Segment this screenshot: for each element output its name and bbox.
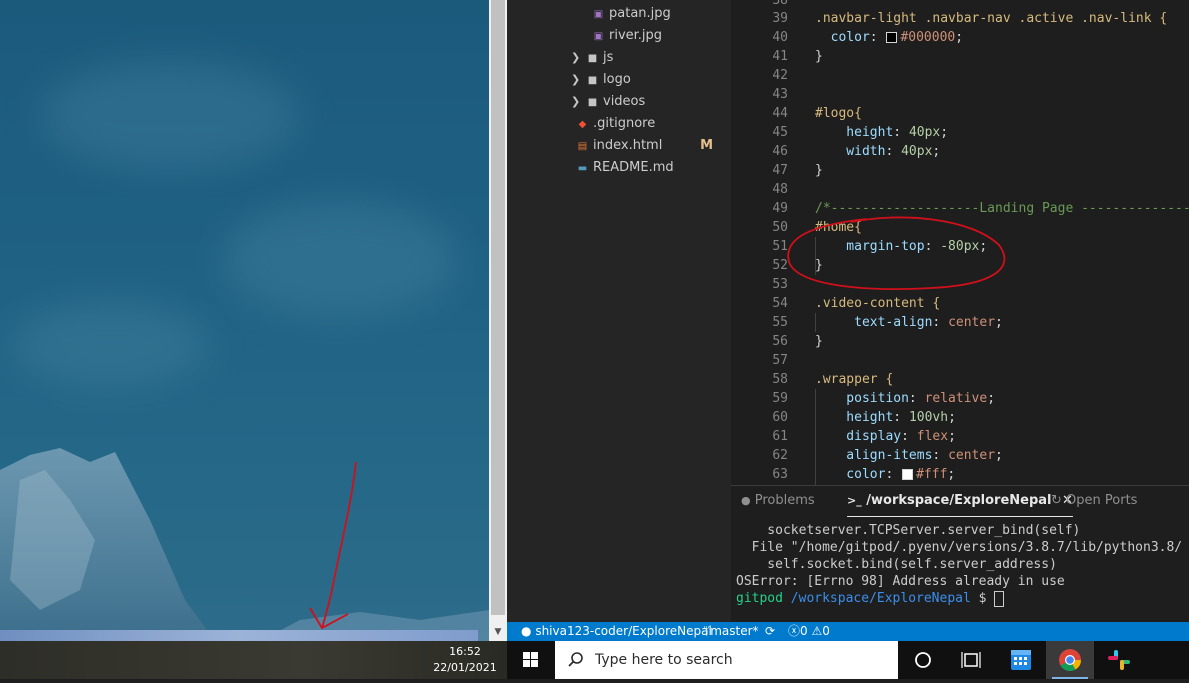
explorer-item-readme[interactable]: ▬ README.md xyxy=(575,157,674,179)
terminal-icon: >_ xyxy=(847,494,862,507)
slack-icon xyxy=(1108,650,1130,670)
slack-app-button[interactable] xyxy=(1095,641,1143,679)
warning-icon: ⚠ xyxy=(811,624,823,638)
system-clock[interactable]: 16:52 22/01/2021 xyxy=(430,644,500,676)
info-circle-icon: ● xyxy=(741,494,751,507)
terminal-cursor xyxy=(994,590,1005,607)
ports-icon: ↻ xyxy=(1051,493,1062,508)
preview-scrollbar[interactable]: ▼ xyxy=(489,0,507,641)
annotation-circle xyxy=(787,216,1006,290)
windows-taskbar: 16:52 22/01/2021 Type here to search xyxy=(0,641,1189,679)
git-file-icon: ◆ xyxy=(578,119,587,130)
scrollbar-thumb[interactable] xyxy=(491,0,505,615)
cortana-circle-icon xyxy=(915,652,931,668)
folder-icon: ■ xyxy=(587,75,598,86)
prompt-symbol: $ xyxy=(978,591,987,606)
modified-badge: M xyxy=(700,138,713,153)
task-view-button[interactable] xyxy=(947,641,995,679)
calendar-icon xyxy=(1011,650,1031,670)
annotation-arrow xyxy=(309,461,357,630)
file-explorer: ▣ patan.jpg ▣ river.jpg ❯ ■ js ❯ ■ logo ❯ ■ vide… xyxy=(507,0,731,622)
chrome-app-button[interactable] xyxy=(1046,641,1094,679)
taskbar-left-segment: 16:52 22/01/2021 xyxy=(0,641,507,679)
explorer-item-patan[interactable]: ▣ patan.jpg xyxy=(591,3,671,25)
status-problems[interactable]: ⓧ0 ⚠0 xyxy=(788,622,830,641)
folder-icon: ■ xyxy=(587,53,598,64)
terminal-line: socketserver.TCPServer.server_bind(self) xyxy=(736,523,1081,538)
terminal-line: self.socket.bind(self.server_address) xyxy=(736,557,1057,572)
chevron-right-icon: ❯ xyxy=(571,95,581,108)
terminal-prompt[interactable]: gitpod /workspace/ExploreNepal $ xyxy=(736,590,1182,607)
html-file-icon: ▤ xyxy=(577,141,588,152)
explorer-folder-js[interactable]: ❯ ■ js xyxy=(571,47,613,69)
explorer-folder-logo[interactable]: ❯ ■ logo xyxy=(571,69,631,91)
code-editor[interactable]: 38 39 .navbar-light .navbar-nav .active .… xyxy=(731,0,1189,485)
image-file-icon: ▣ xyxy=(593,31,604,42)
sync-icon[interactable]: ⟳ xyxy=(765,622,775,641)
cortana-button[interactable] xyxy=(899,641,947,679)
terminal-line: OSError: [Errno 98] Address already in u… xyxy=(736,574,1065,589)
explorer-item-river[interactable]: ▣ river.jpg xyxy=(591,25,662,47)
calendar-app-button[interactable] xyxy=(997,641,1045,679)
explorer-item-index-html[interactable]: ▤ index.html M xyxy=(575,135,725,157)
taskbar-search-box[interactable]: Type here to search xyxy=(555,641,898,679)
explorer-item-gitignore[interactable]: ◆ .gitignore xyxy=(575,113,656,135)
image-file-icon: ▣ xyxy=(593,9,604,20)
error-icon: ⓧ xyxy=(788,624,801,638)
chevron-right-icon: ❯ xyxy=(571,51,581,64)
markdown-file-icon: ▬ xyxy=(577,163,588,174)
prompt-user: gitpod xyxy=(736,591,783,606)
bottom-panel: ● Problems >_ /workspace/ExploreNepal ✕ … xyxy=(731,485,1189,623)
tab-problems[interactable]: ● Problems xyxy=(741,486,815,516)
search-icon xyxy=(568,652,583,667)
folder-icon: ■ xyxy=(587,97,598,108)
explorer-folder-videos[interactable]: ❯ ■ videos xyxy=(571,91,645,113)
terminal-line: File "/home/gitpod/.pyenv/versions/3.8.7… xyxy=(736,540,1183,555)
github-icon: ● xyxy=(521,624,532,638)
task-view-icon xyxy=(961,652,981,668)
scroll-down-arrow-icon[interactable]: ▼ xyxy=(489,623,507,641)
prompt-path: /workspace/ExploreNepal xyxy=(790,591,971,606)
terminal-output[interactable]: socketserver.TCPServer.server_bind(self)… xyxy=(736,522,1182,607)
clock-time: 16:52 xyxy=(449,645,481,658)
windows-logo-icon xyxy=(523,652,538,667)
status-bar: ● shiva123-coder/ExploreNepal ᛘmaster* ⟳… xyxy=(507,622,1189,641)
clock-date: 22/01/2021 xyxy=(433,661,497,674)
status-branch[interactable]: ᛘmaster* xyxy=(703,622,759,641)
chevron-right-icon: ❯ xyxy=(571,73,581,86)
start-button[interactable] xyxy=(507,641,555,679)
status-repo[interactable]: ● shiva123-coder/ExploreNepal xyxy=(521,622,712,641)
web-preview xyxy=(0,0,489,641)
search-placeholder: Type here to search xyxy=(595,652,733,668)
tab-terminal[interactable]: >_ /workspace/ExploreNepal ✕ xyxy=(847,486,1073,517)
chrome-icon xyxy=(1059,649,1081,671)
tab-open-ports[interactable]: ↻ Open Ports xyxy=(1051,486,1137,516)
